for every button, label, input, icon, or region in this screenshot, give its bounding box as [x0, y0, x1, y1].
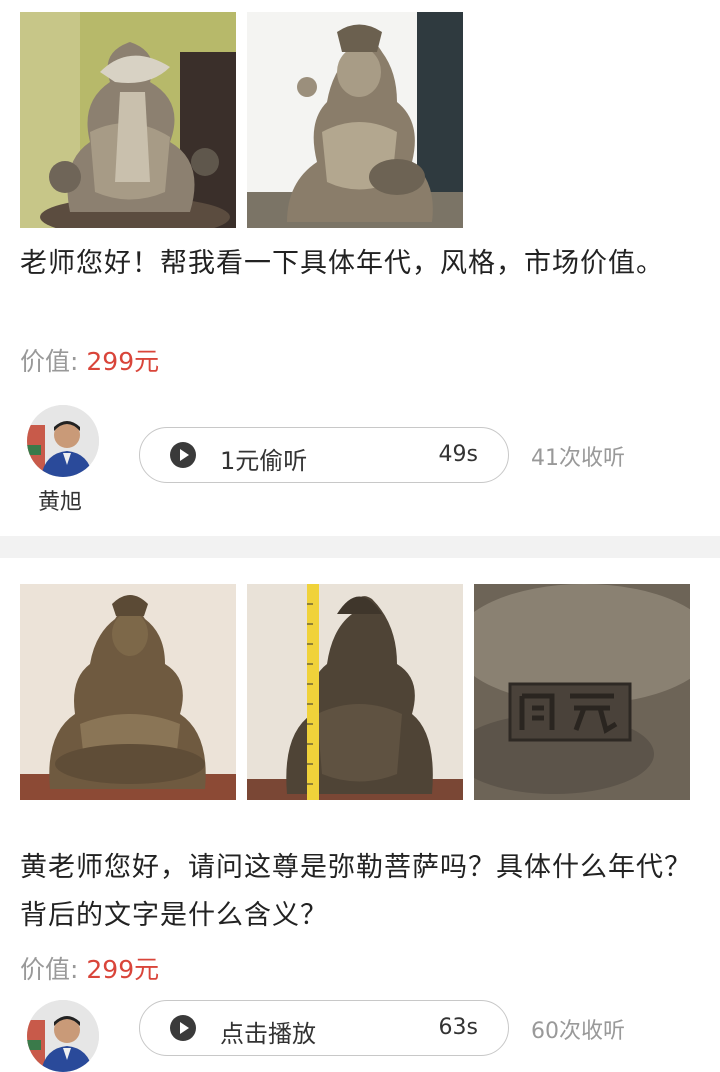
- photo-silver-statue-deity[interactable]: [247, 12, 463, 228]
- play-icon: [170, 1015, 196, 1041]
- photo-silver-statue-front[interactable]: [20, 12, 236, 228]
- photo-bronze-bodhisattva-front[interactable]: [20, 584, 236, 800]
- audio-duration: 49s: [438, 442, 478, 467]
- audio-duration: 63s: [438, 1015, 478, 1040]
- avatar[interactable]: [27, 1000, 99, 1072]
- question-text: 老师您好！帮我看一下具体年代，风格，市场价值。: [20, 248, 664, 279]
- listen-button[interactable]: 点击播放 63s: [139, 1000, 509, 1056]
- price-value: 299元: [86, 347, 160, 376]
- listen-button-label: 1元偷听: [220, 447, 308, 475]
- card-separator: [0, 536, 720, 558]
- photo-bronze-bodhisattva-back-with-ruler[interactable]: [247, 584, 463, 800]
- play-icon: [170, 442, 196, 468]
- listen-button-label: 点击播放: [220, 1020, 316, 1048]
- photo-base-inscription[interactable]: [474, 584, 690, 800]
- listen-count: 60次收听: [531, 1019, 625, 1044]
- question-card[interactable]: 黄老师您好，请问这尊是弥勒菩萨吗？具体什么年代？背后的文字是什么含义？ 价值: …: [0, 558, 720, 1072]
- author-name: 黄旭: [38, 490, 83, 515]
- price-label: 价值:: [20, 347, 79, 376]
- avatar[interactable]: [27, 405, 99, 477]
- price-label: 价值:: [20, 955, 79, 984]
- price-value: 299元: [86, 955, 160, 984]
- price-row: 价值: 299元: [20, 342, 159, 378]
- question-text: 黄老师您好，请问这尊是弥勒菩萨吗？具体什么年代？背后的文字是什么含义？: [20, 852, 692, 931]
- question-card[interactable]: 老师您好！帮我看一下具体年代，风格，市场价值。 价值: 299元 黄旭 1元偷听…: [0, 0, 720, 536]
- listen-button[interactable]: 1元偷听 49s: [139, 427, 509, 483]
- price-row: 价值: 299元: [20, 950, 159, 986]
- listen-count: 41次收听: [531, 446, 625, 471]
